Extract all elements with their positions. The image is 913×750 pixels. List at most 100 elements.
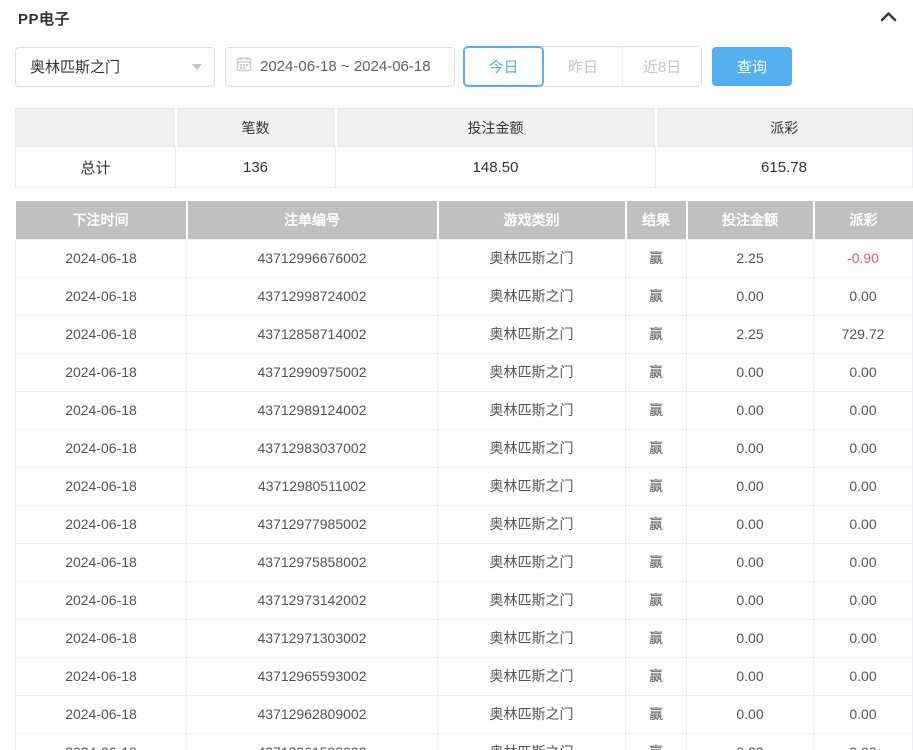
table-row: 2024-06-18 43712998724002 奥林匹斯之门 赢 0.00 … <box>16 277 913 315</box>
bet-amount-cell: 0.00 <box>687 581 814 619</box>
table-row: 2024-06-18 43712983037002 奥林匹斯之门 赢 0.00 … <box>16 429 913 467</box>
table-row: 2024-06-18 43712975858002 奥林匹斯之门 赢 0.00 … <box>16 543 913 581</box>
bet-number-cell: 43712961593002 <box>187 733 438 750</box>
panel-header: PP电子 <box>0 0 913 30</box>
summary-total-payout: 615.78 <box>656 147 913 188</box>
game-type-cell: 奥林匹斯之门 <box>438 315 626 353</box>
game-type-cell: 奥林匹斯之门 <box>438 505 626 543</box>
table-row: 2024-06-18 43712977985002 奥林匹斯之门 赢 0.00 … <box>16 505 913 543</box>
bet-number-cell: 43712996676002 <box>187 239 438 277</box>
payout-cell: 0.00 <box>814 429 913 467</box>
table-row: 2024-06-18 43712858714002 奥林匹斯之门 赢 2.25 … <box>16 315 913 353</box>
bets-header-game: 游戏类别 <box>438 201 626 239</box>
last-8-days-button[interactable]: 近8日 <box>622 47 701 86</box>
payout-cell: 0.00 <box>814 391 913 429</box>
payout-cell: 0.00 <box>814 695 913 733</box>
bet-date-cell: 2024-06-18 <box>16 581 187 619</box>
summary-total-bet-amount: 148.50 <box>336 147 656 188</box>
table-row: 2024-06-18 43712996676002 奥林匹斯之门 赢 2.25 … <box>16 239 913 277</box>
bet-amount-cell: 0.00 <box>687 695 814 733</box>
bet-date-cell: 2024-06-18 <box>16 657 187 695</box>
table-row: 2024-06-18 43712980511002 奥林匹斯之门 赢 0.00 … <box>16 467 913 505</box>
date-range-picker[interactable]: 2024-06-18 ~ 2024-06-18 <box>225 47 455 87</box>
bet-amount-cell: 0.00 <box>687 353 814 391</box>
bet-date-cell: 2024-06-18 <box>16 315 187 353</box>
bets-header-amount: 投注金额 <box>687 201 814 239</box>
payout-cell: 0.00 <box>814 657 913 695</box>
payout-cell: 0.00 <box>814 619 913 657</box>
bet-amount-cell: 0.00 <box>687 391 814 429</box>
result-cell: 赢 <box>626 315 687 353</box>
yesterday-button[interactable]: 昨日 <box>543 47 622 86</box>
bet-number-cell: 43712980511002 <box>187 467 438 505</box>
result-cell: 赢 <box>626 695 687 733</box>
table-row: 2024-06-18 43712962809002 奥林匹斯之门 赢 0.00 … <box>16 695 913 733</box>
bet-amount-cell: 2.25 <box>687 239 814 277</box>
summary-total-label: 总计 <box>16 147 176 188</box>
payout-cell: 0.00 <box>814 733 913 750</box>
game-type-cell: 奥林匹斯之门 <box>438 695 626 733</box>
bet-amount-cell: 0.00 <box>687 657 814 695</box>
game-type-cell: 奥林匹斯之门 <box>438 429 626 467</box>
bets-header-time: 下注时间 <box>16 201 187 239</box>
summary-total-row: 总计 136 148.50 615.78 <box>16 147 913 188</box>
bet-number-cell: 43712998724002 <box>187 277 438 315</box>
bet-number-cell: 43712971303002 <box>187 619 438 657</box>
panel-title: PP电子 <box>18 8 70 29</box>
result-cell: 赢 <box>626 467 687 505</box>
result-cell: 赢 <box>626 277 687 315</box>
result-cell: 赢 <box>626 505 687 543</box>
game-select[interactable]: 奥林匹斯之门 <box>15 47 215 87</box>
result-cell: 赢 <box>626 429 687 467</box>
bet-number-cell: 43712965593002 <box>187 657 438 695</box>
calendar-icon <box>236 56 252 77</box>
bet-date-cell: 2024-06-18 <box>16 391 187 429</box>
chevron-up-icon <box>880 10 897 25</box>
collapse-button[interactable] <box>878 8 899 27</box>
game-type-cell: 奥林匹斯之门 <box>438 239 626 277</box>
game-type-cell: 奥林匹斯之门 <box>438 619 626 657</box>
payout-cell: 729.72 <box>814 315 913 353</box>
payout-cell: 0.00 <box>814 467 913 505</box>
game-type-cell: 奥林匹斯之门 <box>438 277 626 315</box>
result-cell: 赢 <box>626 657 687 695</box>
bet-date-cell: 2024-06-18 <box>16 695 187 733</box>
result-cell: 赢 <box>626 353 687 391</box>
search-button[interactable]: 查询 <box>712 47 792 86</box>
bet-number-cell: 43712973142002 <box>187 581 438 619</box>
today-button[interactable]: 今日 <box>464 47 543 86</box>
bet-number-cell: 43712989124002 <box>187 391 438 429</box>
bet-amount-cell: 0.00 <box>687 543 814 581</box>
summary-total-count: 136 <box>176 147 336 188</box>
summary-header-bet-amount: 投注金额 <box>336 109 656 147</box>
summary-table: 笔数 投注金额 派彩 总计 136 148.50 615.78 <box>15 108 913 188</box>
game-type-cell: 奥林匹斯之门 <box>438 391 626 429</box>
table-row: 2024-06-18 43712965593002 奥林匹斯之门 赢 0.00 … <box>16 657 913 695</box>
bets-header-row: 下注时间 注单编号 游戏类别 结果 投注金额 派彩 <box>16 201 913 239</box>
bet-amount-cell: 2.25 <box>687 315 814 353</box>
bet-amount-cell: 0.00 <box>687 429 814 467</box>
bet-number-cell: 43712858714002 <box>187 315 438 353</box>
bet-date-cell: 2024-06-18 <box>16 467 187 505</box>
result-cell: 赢 <box>626 239 687 277</box>
bet-number-cell: 43712990975002 <box>187 353 438 391</box>
payout-cell: 0.00 <box>814 543 913 581</box>
payout-cell: 0.00 <box>814 353 913 391</box>
bet-amount-cell: 0.00 <box>687 505 814 543</box>
bet-date-cell: 2024-06-18 <box>16 733 187 750</box>
bet-number-cell: 43712962809002 <box>187 695 438 733</box>
bet-date-cell: 2024-06-18 <box>16 619 187 657</box>
payout-cell: 0.00 <box>814 505 913 543</box>
table-row: 2024-06-18 43712961593002 奥林匹斯之门 赢 0.00 … <box>16 733 913 750</box>
table-row: 2024-06-18 43712989124002 奥林匹斯之门 赢 0.00 … <box>16 391 913 429</box>
payout-cell: 0.00 <box>814 581 913 619</box>
bet-date-cell: 2024-06-18 <box>16 543 187 581</box>
bet-date-cell: 2024-06-18 <box>16 239 187 277</box>
bet-date-cell: 2024-06-18 <box>16 505 187 543</box>
bet-amount-cell: 0.00 <box>687 467 814 505</box>
table-row: 2024-06-18 43712973142002 奥林匹斯之门 赢 0.00 … <box>16 581 913 619</box>
table-row: 2024-06-18 43712990975002 奥林匹斯之门 赢 0.00 … <box>16 353 913 391</box>
payout-cell: -0.90 <box>814 239 913 277</box>
table-row: 2024-06-18 43712971303002 奥林匹斯之门 赢 0.00 … <box>16 619 913 657</box>
result-cell: 赢 <box>626 391 687 429</box>
